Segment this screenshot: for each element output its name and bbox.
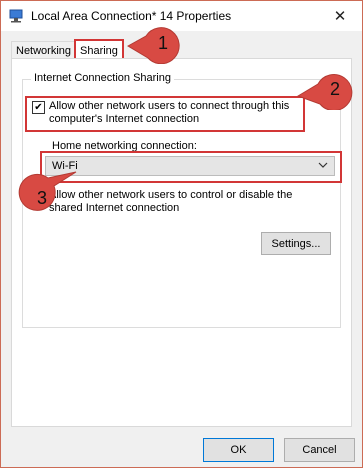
allow-connect-label-line2: computer's Internet connection (49, 113, 200, 125)
allow-connect-label-line1: Allow other network users to connect thr… (49, 100, 290, 112)
allow-control-label-line2: shared Internet connection (49, 202, 180, 214)
allow-connect-label: Allow other network users to connect thr… (49, 100, 289, 126)
close-button[interactable]: ✕ (318, 1, 362, 31)
window-title: Local Area Connection* 14 Properties (31, 9, 232, 23)
callout-1-icon: 1 (127, 27, 180, 64)
ok-button[interactable]: OK (203, 438, 274, 462)
callout-1-number: 1 (158, 33, 168, 53)
cancel-button[interactable]: Cancel (284, 438, 355, 462)
checkmark-icon: ✔ (34, 102, 43, 113)
callout-2-icon: 2 (296, 74, 353, 110)
sharing-panel: Internet Connection Sharing ✔ Allow othe… (11, 58, 352, 427)
settings-button[interactable]: Settings... (261, 232, 331, 255)
allow-control-label-line1: Allow other network users to control or … (49, 189, 293, 201)
network-adapter-icon (9, 9, 23, 23)
chevron-down-icon (318, 162, 328, 168)
home-networking-select[interactable]: Wi-Fi (45, 156, 335, 176)
callout-3-icon: 3 (18, 171, 77, 211)
callout-3-number: 3 (37, 188, 47, 208)
allow-control-label: Allow other network users to control or … (49, 189, 292, 215)
allow-connect-checkbox[interactable]: ✔ (32, 101, 45, 114)
callout-2-number: 2 (330, 79, 340, 99)
close-icon: ✕ (333, 8, 347, 25)
group-legend: Internet Connection Sharing (31, 72, 174, 84)
